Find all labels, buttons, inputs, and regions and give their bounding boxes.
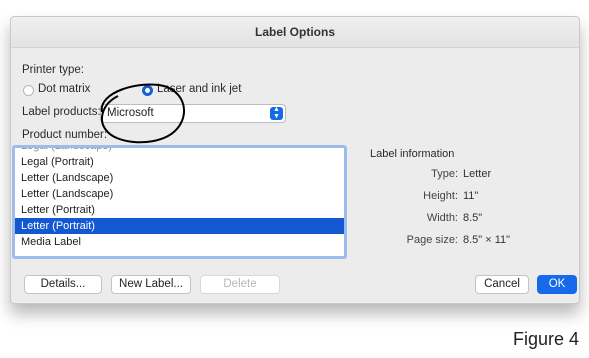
cancel-button[interactable]: Cancel xyxy=(475,275,529,294)
delete-button[interactable]: Delete xyxy=(200,275,280,294)
type-value: Letter xyxy=(463,168,492,180)
height-value: 11" xyxy=(463,190,479,202)
list-item[interactable]: Legal (Portrait) xyxy=(15,154,344,170)
height-key: Height: xyxy=(423,190,458,202)
list-item[interactable]: Media Label xyxy=(15,234,344,250)
list-item[interactable]: Letter (Landscape) xyxy=(15,186,344,202)
title-bar: Label Options xyxy=(11,17,579,48)
width-value: 8.5" xyxy=(463,212,483,224)
details-button[interactable]: Details... xyxy=(24,275,102,294)
ok-button[interactable]: OK xyxy=(537,275,577,294)
dot-matrix-radio[interactable] xyxy=(23,85,34,96)
figure-caption: Figure 4 xyxy=(512,329,579,349)
dot-matrix-label[interactable]: Dot matrix xyxy=(38,83,90,95)
width-key: Width: xyxy=(426,212,458,224)
dialog-title: Label Options xyxy=(254,25,335,39)
list-item[interactable]: Letter (Portrait) xyxy=(15,202,344,218)
list-item[interactable]: Letter (Landscape) xyxy=(15,170,344,186)
new-label-button[interactable]: New Label... xyxy=(111,275,191,294)
page-size-value: 8.5" × 11" xyxy=(463,234,511,246)
label-products-label: Label products: xyxy=(22,106,101,118)
product-number-list[interactable]: Legal (Landscape) Legal (Portrait) Lette… xyxy=(12,145,347,259)
page-size-key: Page size: xyxy=(406,234,458,246)
chevron-up-down-icon: ▲ ▼ xyxy=(270,106,283,120)
label-information-heading: Label information xyxy=(370,148,455,160)
printer-type-label: Printer type: xyxy=(22,64,84,76)
annotation-circle xyxy=(100,83,185,144)
list-item-selected[interactable]: Letter (Portrait) xyxy=(15,218,344,234)
type-key: Type: xyxy=(431,168,458,180)
